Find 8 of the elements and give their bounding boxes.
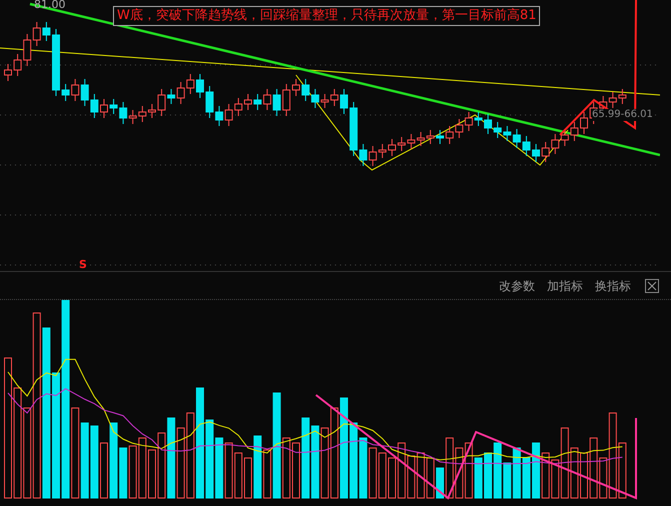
indicator-button[interactable]: 换指标 (593, 276, 633, 294)
indicator-button[interactable]: 加指标 (545, 276, 585, 294)
close-icon[interactable] (645, 278, 659, 292)
indicator-button[interactable]: 改参数 (497, 276, 537, 294)
price-range-label: 65.99-66.01 (592, 109, 653, 121)
chart-annotation: W底，突破下降趋势线，回踩缩量整理，只待再次放量，第一目标前高81 (113, 6, 540, 26)
high-price-label: 81.00 (34, 0, 66, 13)
sell-signal-mark: S (79, 259, 87, 271)
